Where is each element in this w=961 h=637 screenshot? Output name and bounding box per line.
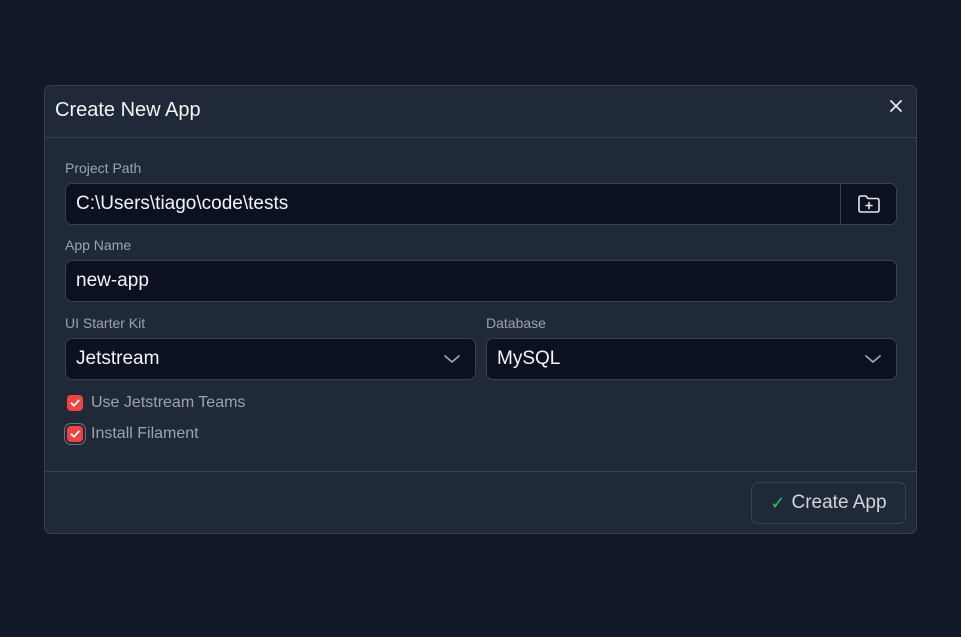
- use-teams-checkbox[interactable]: [67, 395, 83, 411]
- database-label: Database: [486, 315, 546, 331]
- browse-folder-button[interactable]: [841, 183, 897, 225]
- app-name-input[interactable]: new-app: [65, 260, 897, 302]
- database-select[interactable]: MySQL: [486, 338, 897, 380]
- check-icon: ✓: [770, 492, 786, 513]
- project-path-input[interactable]: C:\Users\tiago\code\tests: [65, 183, 841, 225]
- app-name-label: App Name: [65, 237, 132, 253]
- starter-kit-value: Jetstream: [76, 348, 160, 369]
- database-value: MySQL: [497, 348, 561, 369]
- checkmark-icon: [70, 399, 80, 407]
- close-icon: [890, 100, 902, 112]
- create-app-label: Create App: [791, 492, 887, 513]
- install-filament-option[interactable]: Install Filament: [67, 425, 199, 443]
- install-filament-label: Install Filament: [91, 425, 199, 442]
- close-button[interactable]: [886, 96, 906, 116]
- starter-kit-select[interactable]: Jetstream: [65, 338, 476, 380]
- checkmark-icon: [70, 430, 80, 438]
- use-teams-option[interactable]: Use Jetstream Teams: [67, 394, 245, 412]
- use-teams-label: Use Jetstream Teams: [91, 394, 246, 411]
- project-path-label: Project Path: [65, 160, 142, 176]
- dialog-footer: ✓ Create App: [45, 471, 916, 533]
- dialog-header: Create New App: [45, 86, 916, 138]
- install-filament-checkbox[interactable]: [67, 426, 83, 442]
- dialog-title: Create New App: [55, 99, 201, 121]
- create-app-dialog: Create New App Project Path C:\Users\tia…: [44, 85, 917, 534]
- chevron-down-icon: [444, 355, 460, 363]
- folder-plus-icon: [857, 195, 880, 213]
- create-app-button[interactable]: ✓ Create App: [751, 482, 906, 524]
- chevron-down-icon: [865, 355, 881, 363]
- starter-kit-label: UI Starter Kit: [65, 315, 146, 331]
